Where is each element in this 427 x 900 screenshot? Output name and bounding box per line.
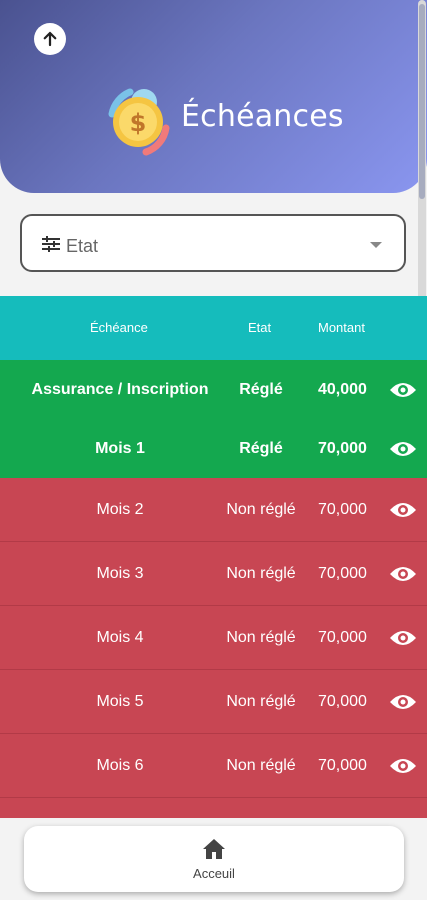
column-header-etat: Etat [248, 320, 272, 335]
column-header-montant: Montant [318, 320, 365, 335]
row-status: Non réglé [226, 628, 296, 646]
table-header: Échéance Etat Montant [0, 296, 427, 360]
row-echeance: Mois 4 [96, 628, 144, 646]
table-row: Mois 2 Non réglé 70,000 [0, 478, 427, 542]
table-row: Mois 5 Non réglé 70,000 [0, 670, 427, 734]
table-row: Mois 4 Non réglé 70,000 [0, 606, 427, 670]
eye-icon[interactable] [389, 692, 417, 712]
row-status: Non réglé [226, 564, 296, 582]
row-echeance: Assurance / Inscription [31, 380, 209, 398]
row-status: Réglé [239, 439, 283, 457]
table-row: Assurance / Inscription Réglé 40,000 [0, 360, 427, 419]
table-row: Mois 6 Non réglé 70,000 [0, 734, 427, 798]
eye-icon[interactable] [389, 439, 417, 459]
row-amount: 70,000 [318, 628, 367, 646]
eye-icon[interactable] [389, 628, 417, 648]
row-echeance: Mois 5 [96, 692, 144, 710]
money-cycle-icon: $ [108, 88, 170, 156]
home-button[interactable]: Acceuil [24, 826, 404, 892]
status-filter-select[interactable]: Etat [20, 214, 406, 272]
eye-icon[interactable] [389, 564, 417, 584]
chevron-down-icon [370, 242, 382, 248]
row-echeance: Mois 6 [96, 756, 144, 774]
table-row: Mois 3 Non réglé 70,000 [0, 542, 427, 606]
row-echeance: Mois 2 [96, 500, 144, 518]
eye-icon[interactable] [389, 756, 417, 776]
column-header-echeance: Échéance [90, 320, 148, 335]
eye-icon[interactable] [389, 500, 417, 520]
row-echeance: Mois 1 [95, 439, 145, 457]
header: $ Échéances [0, 0, 427, 193]
row-amount: 70,000 [318, 756, 367, 774]
home-icon [203, 839, 225, 859]
home-label: Acceuil [193, 866, 235, 881]
row-echeance: Mois 3 [96, 564, 144, 582]
row-amount: 40,000 [318, 380, 367, 398]
row-status: Réglé [239, 380, 283, 398]
table-row: Mois 1 Réglé 70,000 [0, 419, 427, 478]
scrollbar-thumb[interactable] [419, 4, 425, 199]
row-amount: 70,000 [318, 500, 367, 518]
row-amount: 70,000 [318, 692, 367, 710]
row-amount: 70,000 [318, 564, 367, 582]
page-title: Échéances [181, 99, 344, 134]
row-status: Non réglé [226, 692, 296, 710]
row-amount: 70,000 [318, 439, 367, 457]
arrow-up-icon [43, 31, 57, 47]
table-body: Assurance / Inscription Réglé 40,000 Moi… [0, 360, 427, 828]
eye-icon[interactable] [389, 380, 417, 400]
row-status: Non réglé [226, 756, 296, 774]
sliders-icon [42, 236, 60, 252]
filter-label: Etat [66, 236, 99, 256]
row-status: Non réglé [226, 500, 296, 518]
back-button[interactable] [34, 23, 66, 55]
svg-text:$: $ [130, 109, 147, 137]
